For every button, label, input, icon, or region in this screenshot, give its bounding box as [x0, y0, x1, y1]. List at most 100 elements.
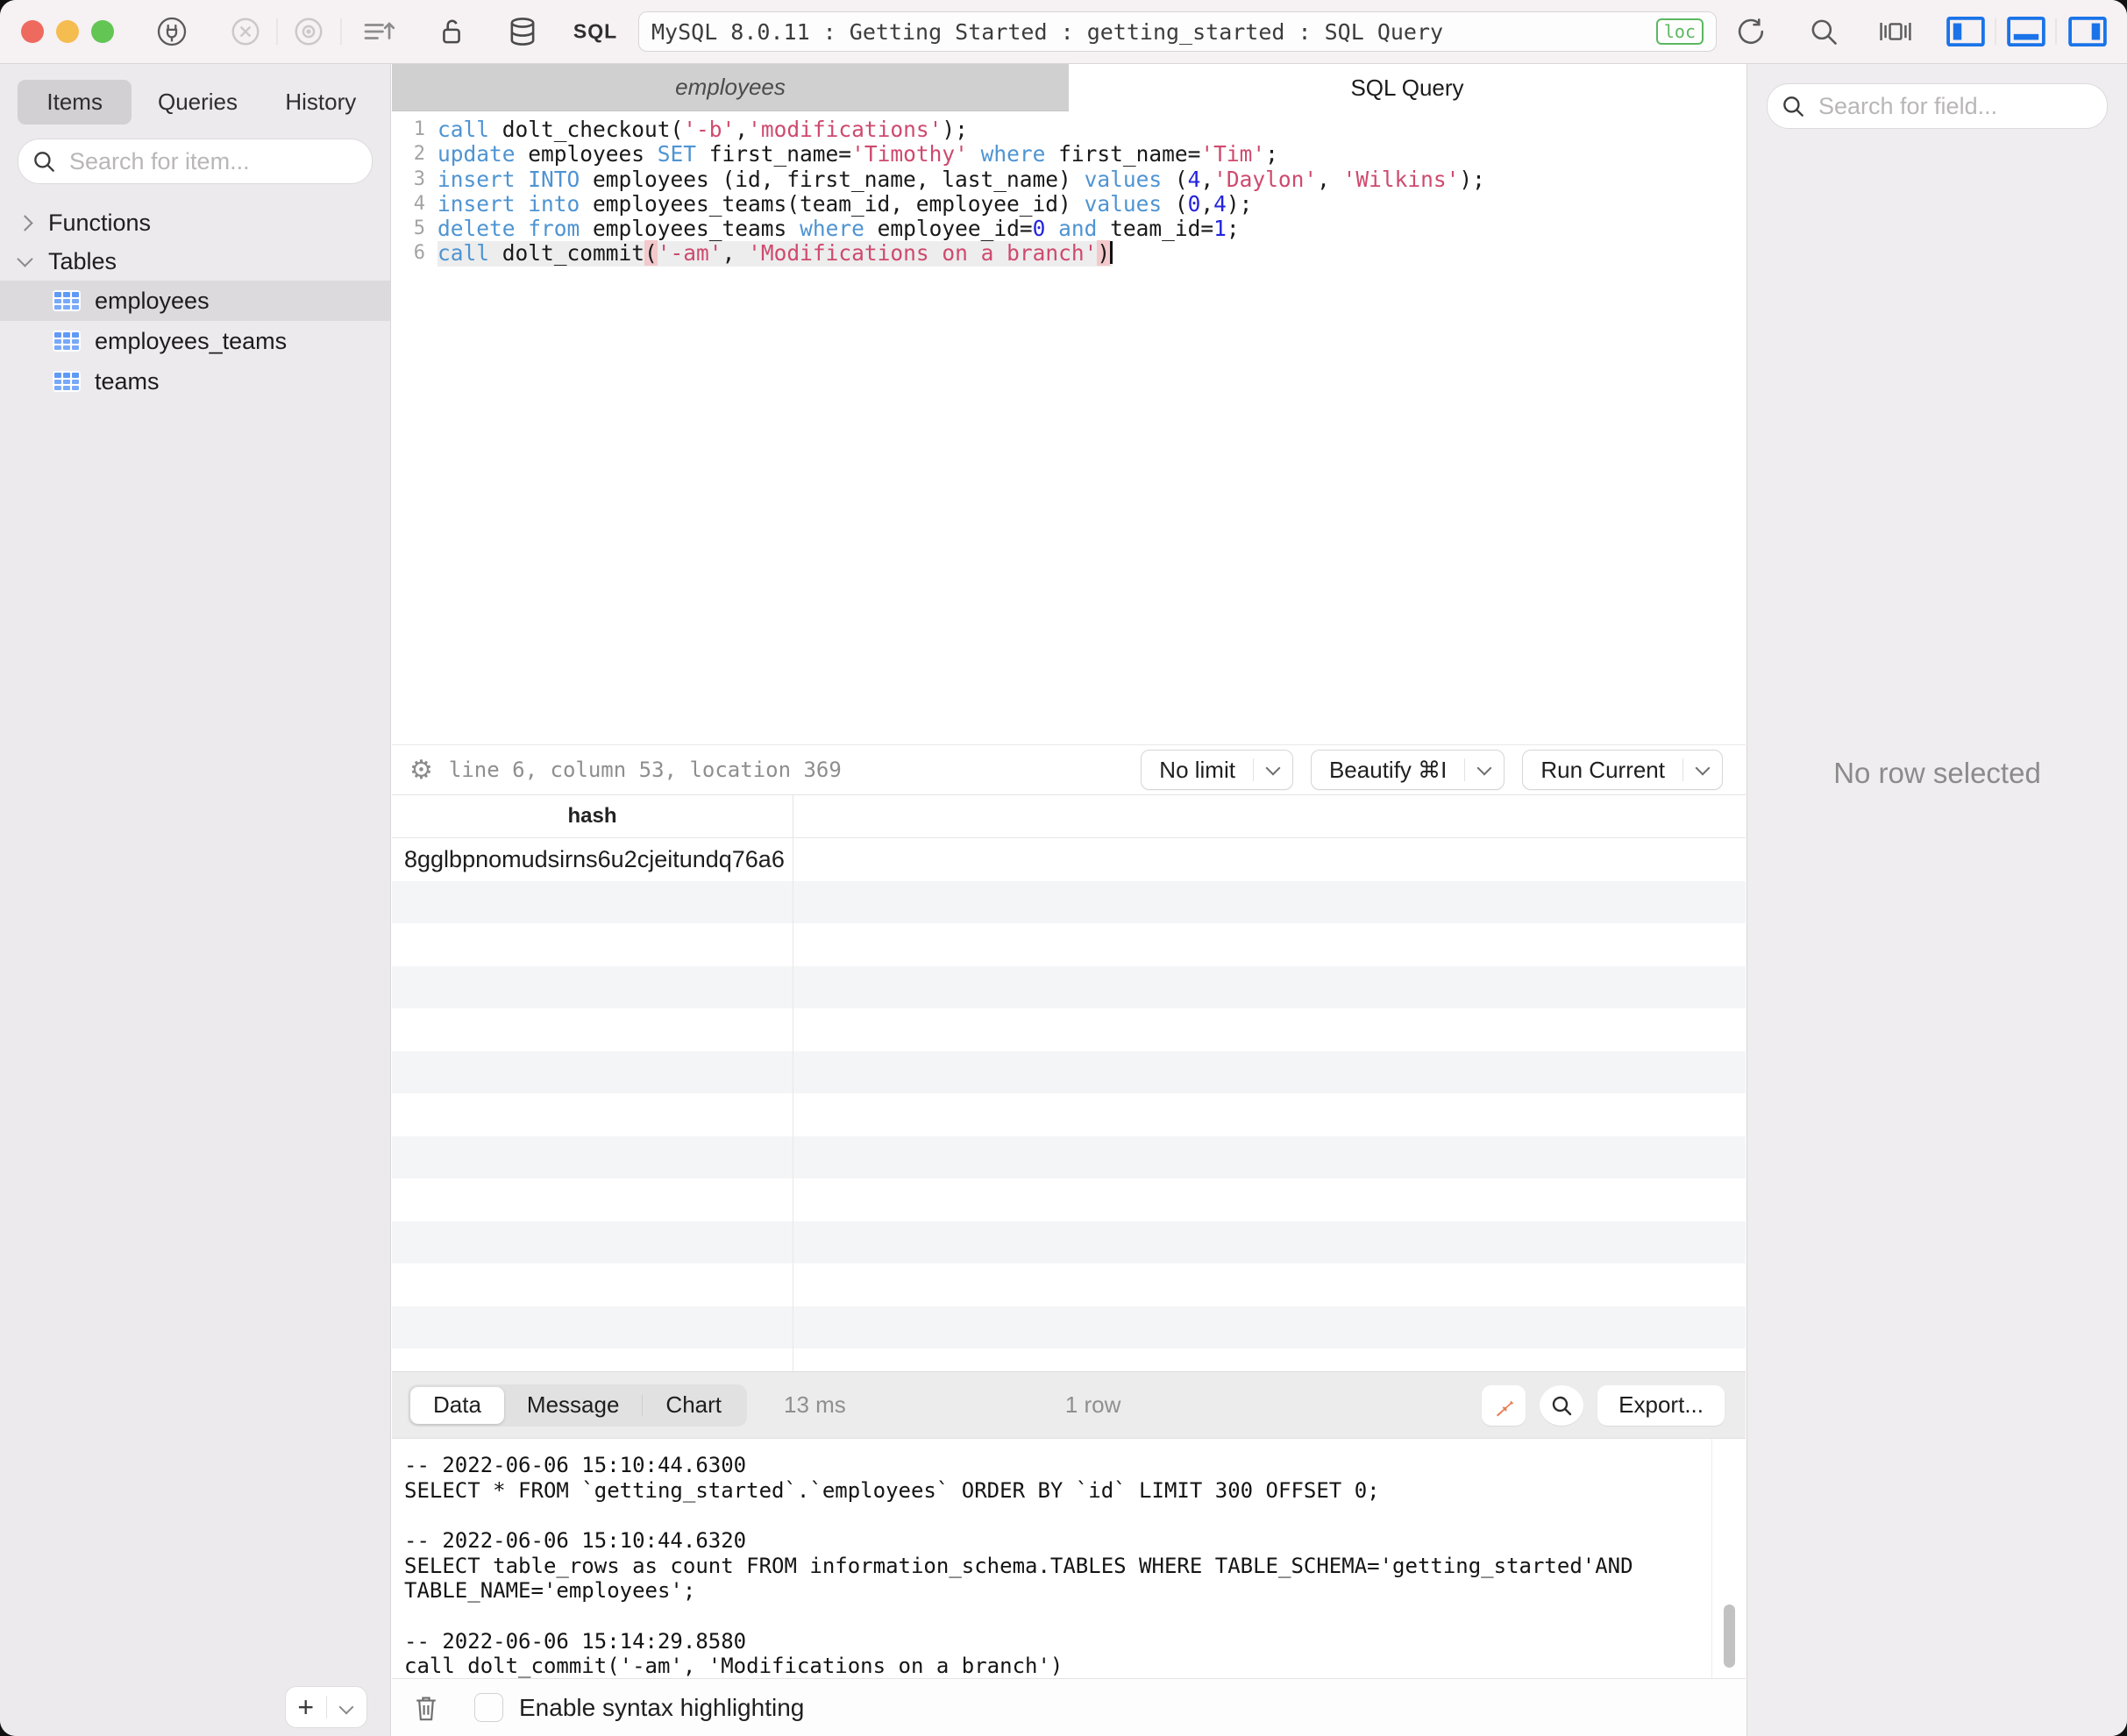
gear-icon[interactable]: ⚙ [409, 755, 433, 786]
sidebar-tab-history[interactable]: History [264, 80, 378, 125]
sql-mode-icon[interactable]: SQL [573, 20, 617, 44]
result-tab-chart[interactable]: Chart [643, 1387, 744, 1424]
table-row-empty [392, 923, 1746, 966]
commit-list-icon[interactable] [360, 13, 397, 50]
sidebar-tab-items[interactable]: Items [18, 80, 132, 125]
zoom-window-button[interactable] [91, 20, 114, 43]
toggle-right-panel-button[interactable] [2067, 16, 2109, 47]
syntax-highlighting-label: Enable syntax highlighting [519, 1693, 805, 1721]
results-header-row: hash [392, 795, 1746, 838]
results-toolbar-right: Export... [1482, 1384, 1725, 1426]
code-line-5[interactable]: 5 delete from employees_teams where emplo… [392, 217, 1746, 241]
plus-icon[interactable]: + [286, 1690, 326, 1725]
results-toolbar: Data Message Chart 13 ms 1 row Export... [392, 1371, 1746, 1439]
editor-tab-sql-query[interactable]: SQL Query [1069, 64, 1746, 111]
toggle-left-panel-button[interactable] [1945, 16, 1987, 47]
lock-icon[interactable] [434, 14, 469, 49]
close-window-button[interactable] [21, 20, 44, 43]
add-item-dropdown[interactable] [327, 1699, 367, 1715]
field-search-input[interactable] [1817, 91, 2095, 121]
empty-cell [392, 923, 793, 966]
code-line-text: insert into employees_teams(team_id, emp… [437, 190, 1253, 217]
database-icon[interactable] [505, 14, 540, 49]
empty-cell [392, 880, 793, 923]
sidebar-tab-queries[interactable]: Queries [140, 80, 254, 125]
line-number: 6 [413, 242, 425, 265]
log-scrollbar-thumb[interactable] [1724, 1604, 1735, 1668]
code-line-4[interactable]: 4 insert into employees_teams(team_id, em… [392, 190, 1746, 217]
line-number: 4 [413, 192, 425, 215]
sidebar-item-teams[interactable]: teams [0, 361, 390, 402]
log-entries: -- 2022-06-06 15:10:44.6300 SELECT * FROM… [404, 1453, 1697, 1679]
clear-log-button[interactable] [411, 1692, 441, 1724]
dropdown-chevron-icon[interactable] [1465, 760, 1504, 775]
sidebar-tree: Functions Tables employees employees_teamst… [0, 203, 390, 402]
search-results-button[interactable] [1540, 1384, 1584, 1426]
line-number: 2 [413, 143, 425, 166]
cursor-position: line 6, column 53, location 369 [448, 758, 842, 782]
layout-columns-icon[interactable] [1876, 14, 1915, 49]
sidebar-item-employees_teams[interactable]: employees_teams [0, 321, 390, 361]
editor-tab-employees[interactable]: employees [392, 64, 1069, 111]
connection-icon[interactable] [154, 14, 189, 49]
code-line-2[interactable]: 2 update employees SET first_name='Timoth… [392, 142, 1746, 167]
local-connection-badge: loc [1655, 18, 1704, 45]
log-entry: -- 2022-06-06 15:14:29.8580 call dolt_com… [404, 1629, 1697, 1679]
table-row-empty [392, 1306, 1746, 1348]
no-button[interactable]: No limit [1141, 750, 1293, 790]
add-item-button[interactable]: + [286, 1687, 366, 1727]
code-line-6[interactable]: 6 call dolt_commit('-am', 'Modifications … [392, 240, 1746, 267]
run-button[interactable]: Run Current [1522, 750, 1723, 790]
results-grid: hash 8gglbpnomudsirns6u2cjeitundq76a6 [392, 795, 1746, 1371]
code-line-text: call dolt_commit('-am', 'Modifications o… [437, 240, 1113, 267]
result-tab-message[interactable]: Message [504, 1387, 643, 1424]
log-scrollbar-track[interactable] [1711, 1439, 1746, 1678]
code-line-1[interactable]: 1 call dolt_checkout('-b','modifications'… [392, 117, 1746, 142]
query-log[interactable]: -- 2022-06-06 15:10:44.6300 SELECT * FROM… [392, 1439, 1746, 1679]
pin-result-button[interactable] [1482, 1384, 1526, 1426]
log-sql-text: SELECT * FROM `getting_started`.`employe… [404, 1477, 1380, 1503]
result-tab-data[interactable]: Data [410, 1386, 504, 1424]
field-search-field[interactable] [1767, 83, 2108, 129]
search-icon[interactable] [1806, 14, 1841, 49]
tree-node-tables[interactable]: Tables [0, 242, 390, 281]
title-bar: SQL MySQL 8.0.11 : Getting Started : get… [0, 0, 2127, 64]
log-entry: -- 2022-06-06 15:10:44.6300 SELECT * FROM… [404, 1453, 1697, 1503]
syntax-highlighting-checkbox[interactable] [474, 1693, 503, 1722]
disconnect-icon[interactable] [229, 15, 262, 48]
hash-cell[interactable]: 8gglbpnomudsirns6u2cjeitundq76a6 [392, 838, 793, 881]
refresh-icon[interactable] [1733, 14, 1768, 49]
dropdown-chevron-icon[interactable] [1254, 760, 1292, 775]
editor-tab-bar: employees SQL Query [392, 64, 1746, 111]
empty-cell [392, 965, 793, 1008]
sidebar-search-input[interactable] [68, 146, 359, 176]
sidebar-item-employees[interactable]: employees [0, 281, 390, 321]
dropdown-chevron-icon[interactable] [1683, 760, 1722, 775]
table-name-label: employees [95, 287, 210, 314]
minimize-window-button[interactable] [56, 20, 79, 43]
export-button[interactable]: Export... [1597, 1384, 1725, 1426]
sidebar: ItemsQueriesHistory Functions Tables emplo… [0, 64, 391, 1736]
table-row-empty [392, 1050, 1746, 1093]
empty-cell [392, 1263, 793, 1306]
code-line-text: call dolt_checkout('-b','modifications')… [437, 117, 968, 142]
tree-node-functions[interactable]: Functions [0, 203, 390, 242]
table-row-empty [392, 1093, 1746, 1136]
toolbar-divider [276, 18, 278, 45]
main-area: employees SQL Query 1 call dolt_checkout('… [392, 64, 1746, 1736]
result-view-switcher: Data Message Chart [408, 1384, 747, 1427]
column-header-hash[interactable]: hash [392, 795, 793, 837]
table-name-label: employees_teams [95, 327, 288, 354]
log-sql-text: call dolt_commit('-am', 'Modifications o… [404, 1654, 1064, 1678]
sql-editor[interactable]: 1 call dolt_checkout('-b','modifications'… [392, 111, 1746, 744]
log-footer: Enable syntax highlighting [392, 1679, 1746, 1736]
toggle-bottom-panel-button[interactable] [2005, 16, 2047, 47]
result-row-count: 1 row [1064, 1391, 1121, 1418]
preview-icon[interactable] [292, 15, 325, 48]
table-row[interactable]: 8gglbpnomudsirns6u2cjeitundq76a6 [392, 838, 1746, 881]
button-label: Beautify ⌘I [1328, 756, 1448, 783]
sidebar-search-field[interactable] [18, 139, 373, 184]
toolbar-divider [1995, 18, 1996, 45]
beautify-button[interactable]: Beautify ⌘I [1310, 750, 1505, 790]
code-line-3[interactable]: 3 insert INTO employees (id, first_name, … [392, 167, 1746, 192]
